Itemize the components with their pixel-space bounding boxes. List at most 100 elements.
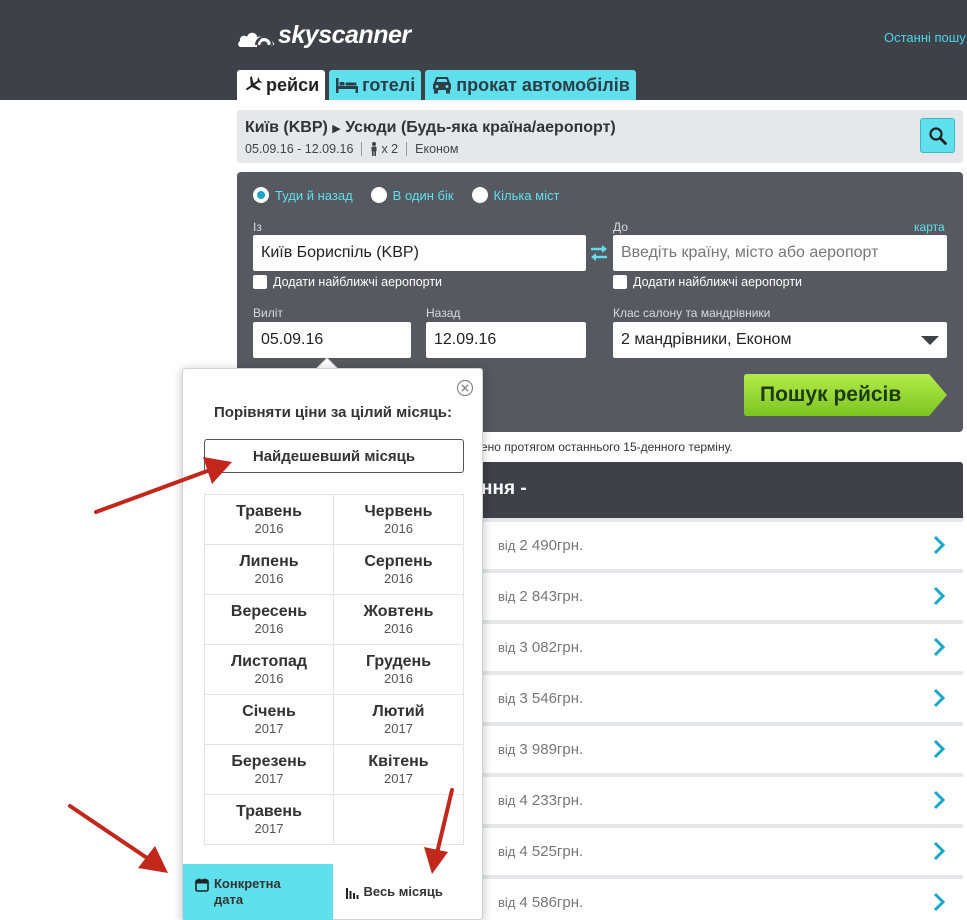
summary-origin: Київ (KBP)	[245, 119, 328, 136]
result-row[interactable]: від 4 233грн.	[481, 777, 963, 824]
result-row[interactable]: від 3 546грн.	[481, 675, 963, 722]
month-name: Квітень	[368, 753, 429, 770]
month-option[interactable]: Липень 2016	[205, 545, 334, 595]
tab-car-hire[interactable]: прокат автомобілів	[425, 70, 636, 100]
month-option[interactable]: Вересень 2016	[205, 595, 334, 645]
results-header: ння -	[481, 462, 963, 518]
result-price: від 2 843грн.	[498, 588, 583, 605]
map-link[interactable]: карта	[914, 220, 945, 234]
month-option[interactable]: Травень 2016	[205, 495, 334, 545]
month-option[interactable]: Квітень 2017	[334, 745, 464, 795]
price-prefix: від	[498, 742, 516, 757]
to-input[interactable]: Введіть країну, місто або аеропорт	[613, 235, 947, 271]
from-input[interactable]: Київ Бориспіль (KBP)	[253, 235, 586, 271]
chevron-right-icon	[933, 688, 945, 708]
search-summary-bar: Київ (KBP) ▶ Усюди (Будь-яка країна/аеро…	[237, 110, 963, 163]
trip-type-return[interactable]: Туди й назад	[253, 187, 353, 203]
divider	[406, 142, 408, 156]
month-option[interactable]: Листопад 2016	[205, 645, 334, 695]
chevron-right-icon	[933, 535, 945, 555]
edit-search-button[interactable]	[920, 118, 955, 153]
search-flights-button[interactable]: Пошук рейсів	[744, 374, 947, 416]
month-option[interactable]: Грудень 2016	[334, 645, 464, 695]
tab-flights[interactable]: рейси	[237, 70, 326, 100]
trip-type-one-way[interactable]: В один бік	[370, 187, 454, 203]
month-name: Грудень	[365, 653, 432, 670]
summary-meta: 05.09.16 - 12.09.16 x 2 Економ	[245, 142, 458, 156]
results-heading: ння -	[481, 478, 527, 499]
month-year: 2016	[384, 621, 413, 636]
chevron-right-icon	[933, 892, 945, 912]
price-note: ено протягом останнього 15-денного термі…	[481, 440, 733, 454]
depart-date-input[interactable]: 05.09.16	[253, 322, 411, 358]
recent-searches-link[interactable]: Останні пошу	[884, 30, 966, 45]
tab-hotels[interactable]: готелі	[329, 70, 422, 100]
month-option[interactable]: Січень 2017	[205, 695, 334, 745]
price-value: 3 082грн.	[519, 639, 584, 656]
checkbox[interactable]	[613, 275, 627, 289]
divider	[361, 142, 363, 156]
result-price: від 2 490грн.	[498, 537, 583, 554]
summary-dates: 05.09.16 - 12.09.16	[245, 142, 354, 156]
month-option[interactable]: Травень 2017	[205, 795, 334, 845]
return-date-input[interactable]: 12.09.16	[426, 322, 586, 358]
price-prefix: від	[498, 538, 516, 553]
radio-button[interactable]	[370, 187, 387, 203]
result-price: від 3 989грн.	[498, 741, 583, 758]
bed-icon	[336, 78, 359, 93]
result-row[interactable]: від 2 843грн.	[481, 573, 963, 620]
radio-button[interactable]	[253, 187, 269, 203]
month-option[interactable]: Жовтень 2016	[334, 595, 464, 645]
close-icon[interactable]	[456, 379, 474, 397]
trip-type-multi-city[interactable]: Кілька міст	[471, 187, 559, 203]
specific-date-line2: дата	[214, 892, 244, 907]
to-label: До	[613, 220, 628, 234]
chevron-right-icon	[933, 841, 945, 861]
chevron-right-icon	[933, 586, 945, 606]
swap-icon[interactable]	[588, 244, 610, 262]
tab-specific-date[interactable]: Конкретна дата	[183, 864, 333, 920]
cabin-travellers-value: 2 мандрівники, Економ	[621, 331, 792, 348]
result-row[interactable]: від 3 989грн.	[481, 726, 963, 773]
product-tabs: рейси готелі прокат автомобілів	[237, 70, 636, 100]
cheapest-month-button[interactable]: Найдешевший місяць	[204, 439, 464, 473]
month-option[interactable]: Червень 2016	[334, 495, 464, 545]
month-year: 2017	[384, 771, 413, 786]
month-option[interactable]: Березень 2017	[205, 745, 334, 795]
checkbox[interactable]	[253, 275, 267, 289]
calendar-icon	[195, 878, 209, 892]
tab-whole-month[interactable]: Весь місяць	[333, 864, 483, 920]
skyscanner-logo[interactable]: skyscanner	[237, 20, 411, 50]
summary-travellers: x 2	[381, 142, 399, 156]
from-nearby-airports[interactable]: Додати найближчі аеропорти	[253, 275, 442, 289]
popup-title: Порівняти ціни за цілий місяць:	[214, 404, 452, 421]
result-row[interactable]: від 4 586грн.	[481, 879, 963, 920]
result-row[interactable]: від 2 490грн.	[481, 522, 963, 569]
month-year: 2017	[254, 821, 284, 836]
month-grid: Травень 2016 Червень 2016 Липень 2016 Се…	[204, 494, 464, 845]
month-year: 2017	[384, 721, 413, 736]
price-value: 4 586грн.	[519, 894, 584, 911]
price-value: 4 525грн.	[519, 843, 584, 860]
to-nearby-airports[interactable]: Додати найближчі аеропорти	[613, 275, 802, 289]
month-name: Травень	[236, 803, 302, 820]
date-mode-tabs: Конкретна дата Весь місяць	[183, 864, 482, 920]
from-label: Із	[253, 220, 262, 234]
month-option[interactable]: Серпень 2016	[334, 545, 464, 595]
specific-date-line1: Конкретна	[214, 876, 281, 891]
result-row[interactable]: від 3 082грн.	[481, 624, 963, 671]
tab-car-hire-label: прокат автомобілів	[456, 74, 630, 95]
month-year: 2016	[384, 671, 413, 686]
trip-type-return-label: Туди й назад	[275, 187, 353, 203]
result-price: від 4 525грн.	[498, 843, 583, 860]
month-option[interactable]: Лютий 2017	[334, 695, 464, 745]
cabin-travellers-select[interactable]: 2 мандрівники, Економ	[613, 322, 947, 358]
price-prefix: від	[498, 640, 516, 655]
month-year: 2017	[254, 721, 284, 736]
nearby-airports-label: Додати найближчі аеропорти	[633, 275, 803, 289]
result-row[interactable]: від 4 525грн.	[481, 828, 963, 875]
month-name: Липень	[239, 553, 299, 570]
radio-button[interactable]	[471, 187, 488, 203]
month-year: 2016	[384, 571, 413, 586]
plane-icon	[245, 76, 263, 91]
